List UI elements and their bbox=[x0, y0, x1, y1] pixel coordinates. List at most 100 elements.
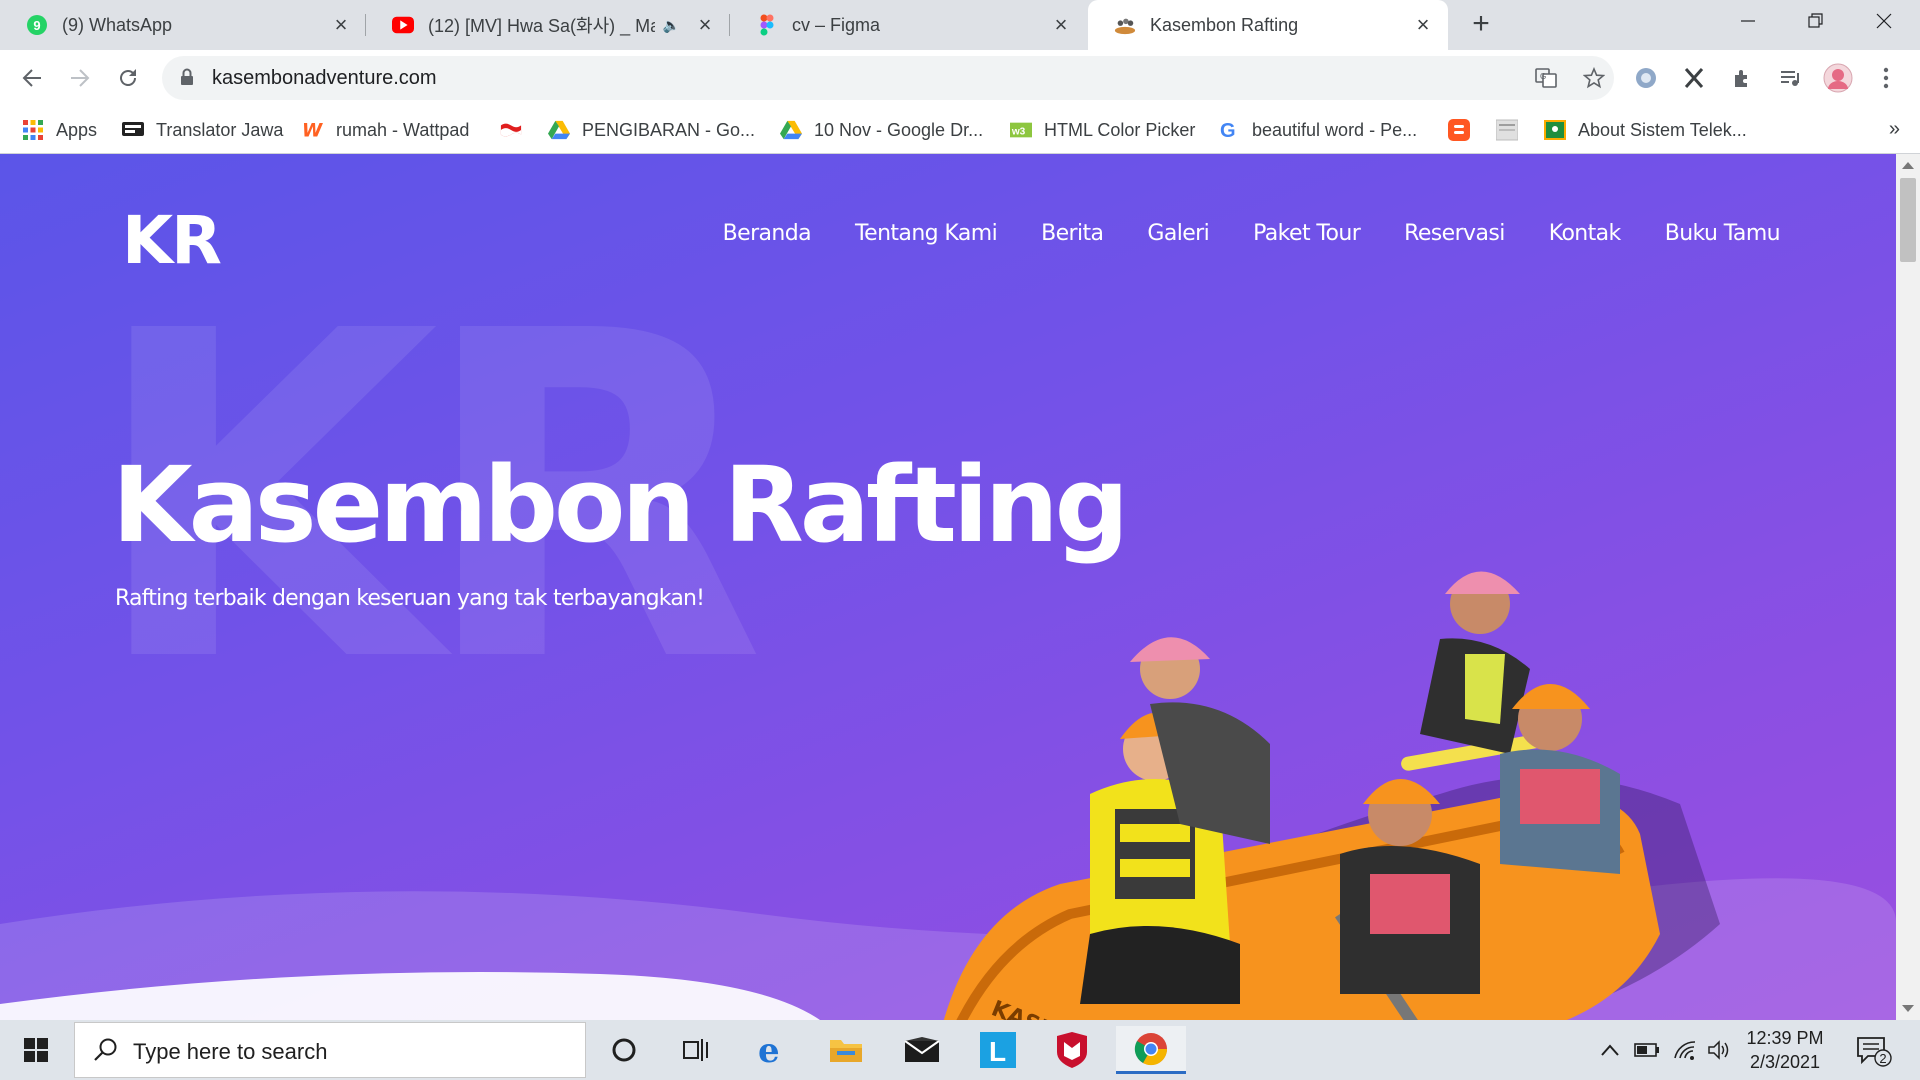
blogger-icon bbox=[1448, 119, 1470, 141]
apps-grid-icon bbox=[22, 119, 44, 141]
scroll-thumb[interactable] bbox=[1900, 178, 1916, 262]
tab-youtube[interactable]: (12) [MV] Hwa Sa(화사) _ Ma 🔈 × bbox=[366, 0, 730, 50]
tab-kasembon-rafting[interactable]: Kasembon Rafting × bbox=[1088, 0, 1448, 50]
svg-text:2: 2 bbox=[1879, 1051, 1886, 1066]
bookmark-wattpad[interactable]: W rumah - Wattpad bbox=[302, 106, 469, 154]
notification-center-icon[interactable]: 2 bbox=[1854, 1034, 1894, 1068]
tab-whatsapp[interactable]: 9 (9) WhatsApp × bbox=[0, 0, 366, 50]
wattpad-icon: W bbox=[302, 119, 324, 141]
chrome-icon[interactable] bbox=[1116, 1026, 1186, 1074]
google-drive-icon bbox=[548, 119, 570, 141]
nav-paket-tour[interactable]: Paket Tour bbox=[1253, 221, 1361, 246]
scroll-down-arrow-icon[interactable] bbox=[1902, 1005, 1914, 1012]
bookmark-translator-jawa[interactable]: Translator Jawa bbox=[122, 106, 283, 154]
restore-button[interactable] bbox=[1784, 0, 1848, 42]
translator-icon bbox=[122, 119, 144, 141]
bookmark-blogger[interactable] bbox=[1448, 106, 1482, 154]
nav-galeri[interactable]: Galeri bbox=[1147, 221, 1209, 246]
taskbar-search[interactable]: Type here to search bbox=[74, 1022, 586, 1078]
system-clock[interactable]: 12:39 PM 2/3/2021 bbox=[1730, 1026, 1840, 1074]
profile-avatar[interactable] bbox=[1822, 62, 1854, 94]
site-nav: Beranda Tentang Kami Berita Galeri Paket… bbox=[723, 221, 1781, 246]
bookmark-beautiful-word[interactable]: G beautiful word - Pe... bbox=[1218, 106, 1417, 154]
bookmark-apps[interactable]: Apps bbox=[22, 106, 97, 154]
google-icon: G bbox=[1218, 119, 1240, 141]
close-tab-icon[interactable]: × bbox=[694, 14, 716, 36]
reload-button[interactable] bbox=[110, 60, 146, 96]
nav-reservasi[interactable]: Reservasi bbox=[1404, 221, 1505, 246]
translate-icon[interactable]: G bbox=[1530, 62, 1562, 94]
rafting-photo: KASEMBON bbox=[943, 571, 1720, 1020]
bookmark-label: 10 Nov - Google Dr... bbox=[814, 119, 984, 140]
image-icon bbox=[1496, 119, 1518, 141]
nav-tentang-kami[interactable]: Tentang Kami bbox=[855, 221, 998, 246]
color-picker-icon: w3 bbox=[1010, 119, 1032, 141]
figma-icon bbox=[756, 14, 778, 36]
svg-text:G: G bbox=[1220, 120, 1236, 140]
whatsapp-icon: 9 bbox=[26, 14, 48, 36]
wifi-icon[interactable] bbox=[1670, 1038, 1700, 1062]
page-hero: KR KR Beranda Tentang Kami Berita Galeri… bbox=[0, 154, 1896, 1020]
close-tab-icon[interactable]: × bbox=[1050, 14, 1072, 36]
close-tab-icon[interactable]: × bbox=[330, 14, 352, 36]
page-scrollbar[interactable] bbox=[1896, 154, 1920, 1020]
bookmark-10-nov[interactable]: 10 Nov - Google Dr... bbox=[780, 106, 983, 154]
media-queue-icon[interactable] bbox=[1774, 62, 1806, 94]
reload-icon bbox=[120, 69, 136, 86]
minimize-button[interactable] bbox=[1716, 0, 1780, 42]
scroll-up-arrow-icon[interactable] bbox=[1902, 162, 1914, 169]
more-bookmarks-button[interactable]: » bbox=[1889, 118, 1900, 141]
bookmark-pengibaran[interactable]: PENGIBARAN - Go... bbox=[548, 106, 755, 154]
x-extension-icon[interactable] bbox=[1678, 62, 1710, 94]
address-bar[interactable]: kasembonadventure.com G bbox=[162, 56, 1614, 100]
nav-kontak[interactable]: Kontak bbox=[1549, 221, 1622, 246]
battery-icon[interactable] bbox=[1632, 1038, 1662, 1062]
extensions-puzzle-icon[interactable] bbox=[1726, 62, 1758, 94]
nav-buku-tamu[interactable]: Buku Tamu bbox=[1665, 221, 1781, 246]
bookmark-html-color-picker[interactable]: w3 HTML Color Picker bbox=[1010, 106, 1195, 154]
menu-kebab-icon[interactable] bbox=[1870, 62, 1902, 94]
close-icon bbox=[1876, 13, 1892, 29]
close-tab-icon[interactable]: × bbox=[1412, 14, 1434, 36]
bookmark-label: rumah - Wattpad bbox=[336, 119, 470, 140]
tab-title: Kasembon Rafting bbox=[1150, 14, 1299, 35]
start-button[interactable] bbox=[0, 1020, 72, 1080]
youtube-icon bbox=[392, 14, 414, 36]
forward-button[interactable] bbox=[62, 60, 98, 96]
bookmark-label: beautiful word - Pe... bbox=[1252, 119, 1418, 140]
back-button[interactable] bbox=[14, 60, 50, 96]
bookmark-label: Translator Jawa bbox=[156, 119, 284, 140]
launcher-l-icon[interactable]: L bbox=[968, 1026, 1028, 1074]
cortana-icon[interactable] bbox=[594, 1026, 654, 1074]
file-explorer-icon[interactable] bbox=[816, 1026, 876, 1074]
bookmark-label: About Sistem Telek... bbox=[1578, 119, 1747, 140]
mcafee-icon[interactable] bbox=[1042, 1026, 1102, 1074]
speaker-icon[interactable]: 🔈 bbox=[663, 17, 680, 34]
new-tab-button[interactable]: + bbox=[1464, 8, 1498, 42]
hidden-icons-chevron-icon[interactable] bbox=[1596, 1038, 1624, 1062]
close-window-button[interactable] bbox=[1852, 0, 1916, 42]
hero-subtitle: Rafting terbaik dengan keseruan yang tak… bbox=[115, 586, 705, 611]
bookmark-image[interactable] bbox=[1496, 106, 1530, 154]
site-favicon bbox=[1114, 14, 1136, 36]
tab-figma[interactable]: cv – Figma × bbox=[730, 0, 1086, 50]
classroom-icon bbox=[1544, 119, 1566, 141]
extension-circle-icon[interactable] bbox=[1630, 62, 1662, 94]
clock-time: 12:39 PM bbox=[1746, 1028, 1824, 1048]
bookmark-flag[interactable] bbox=[500, 106, 534, 154]
back-arrow-icon bbox=[22, 69, 41, 87]
svg-text:G: G bbox=[1540, 72, 1546, 81]
restore-icon bbox=[1808, 13, 1823, 28]
bookmark-about-sistem[interactable]: About Sistem Telek... bbox=[1544, 106, 1747, 154]
url-text: kasembonadventure.com bbox=[212, 67, 437, 89]
edge-icon[interactable]: e bbox=[742, 1026, 802, 1074]
bookmark-star-icon[interactable] bbox=[1578, 62, 1610, 94]
nav-beranda[interactable]: Beranda bbox=[723, 221, 812, 246]
search-icon bbox=[93, 1037, 119, 1068]
task-view-icon[interactable] bbox=[666, 1026, 726, 1074]
mail-icon[interactable] bbox=[892, 1026, 952, 1074]
nav-berita[interactable]: Berita bbox=[1041, 221, 1104, 246]
google-drive-icon bbox=[780, 119, 802, 141]
clock-date: 2/3/2021 bbox=[1749, 1052, 1821, 1072]
site-logo[interactable]: KR bbox=[122, 202, 222, 279]
